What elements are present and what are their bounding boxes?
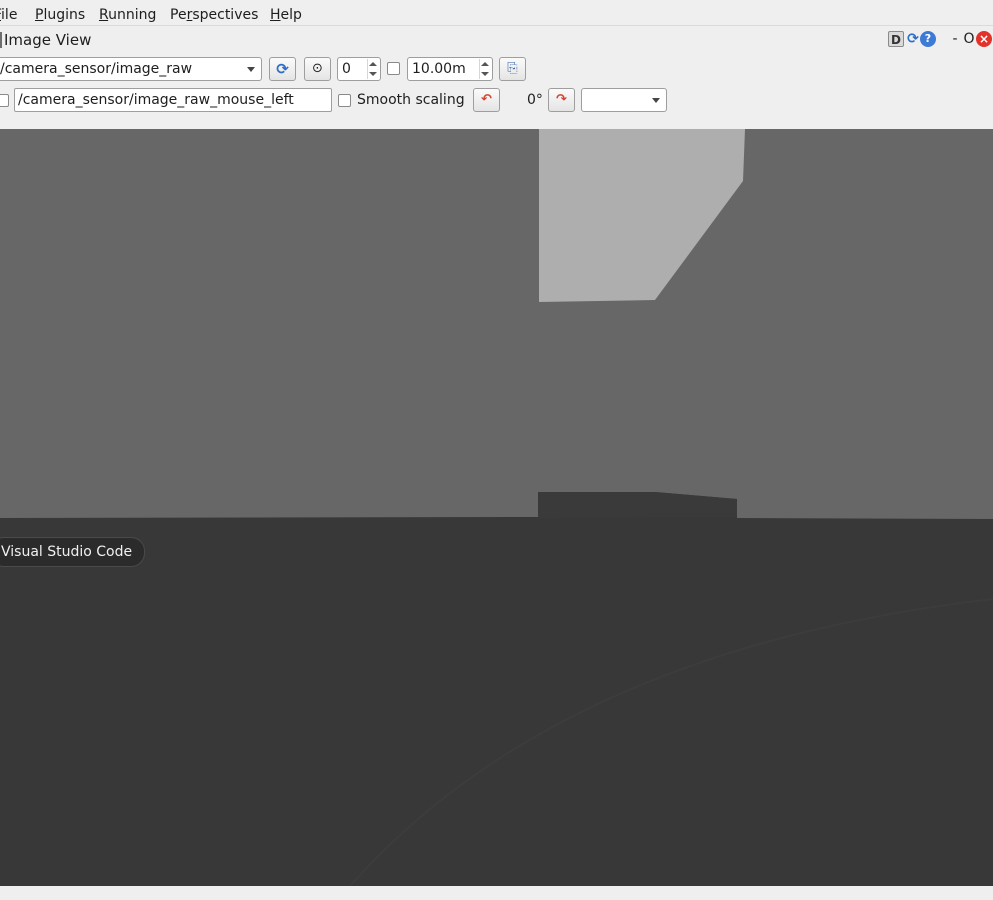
plugin-title-bar: Image View D ⟳ ? - O ×: [0, 27, 993, 53]
publish-click-checkbox[interactable]: [0, 94, 9, 107]
close-icon[interactable]: ×: [976, 31, 992, 47]
spin-up-icon[interactable]: [481, 62, 489, 66]
refresh-topics-button[interactable]: ⟳: [269, 57, 296, 81]
zoom-1-button[interactable]: ⊙: [304, 57, 331, 81]
status-bar: [0, 886, 993, 900]
options-icon[interactable]: O: [961, 31, 977, 47]
value-spinbox-value: 0: [342, 61, 351, 77]
mouse-topic-input[interactable]: /camera_sensor/image_raw_mouse_left: [14, 88, 332, 112]
menu-running[interactable]: Running: [99, 6, 156, 24]
spin-down-icon[interactable]: [481, 72, 489, 76]
rotate-right-button[interactable]: ↷: [548, 88, 575, 112]
menu-bar: File Plugins Running Perspectives Help: [0, 4, 993, 26]
rotate-left-button[interactable]: ↶: [473, 88, 500, 112]
refresh-icon: ⟳: [276, 60, 289, 78]
dock-icon[interactable]: D: [888, 31, 904, 47]
menu-plugins[interactable]: Plugins: [35, 6, 85, 24]
spin-down-icon[interactable]: [369, 72, 377, 76]
drag-handle[interactable]: [0, 32, 2, 48]
rotate-right-icon: ↷: [556, 92, 567, 107]
camera-image: [0, 129, 993, 886]
menu-help[interactable]: Help: [270, 6, 302, 24]
spin-up-icon[interactable]: [369, 62, 377, 66]
smooth-scaling-label: Smooth scaling: [357, 92, 465, 108]
value-spinbox[interactable]: 0: [337, 57, 381, 81]
topic-select[interactable]: /camera_sensor/image_raw: [0, 57, 262, 81]
topic-select-value: /camera_sensor/image_raw: [0, 61, 193, 77]
menu-file[interactable]: File: [0, 6, 17, 24]
tooltip: Visual Studio Code: [0, 537, 146, 567]
rotate-left-icon: ↶: [481, 92, 492, 107]
color-scheme-select[interactable]: [581, 88, 667, 112]
dynamic-range-checkbox[interactable]: [387, 62, 400, 75]
max-range-spinbox[interactable]: 10.00m: [407, 57, 493, 81]
chevron-down-icon: [652, 98, 660, 103]
plugin-title: Image View: [4, 31, 92, 49]
wall: [0, 129, 993, 519]
max-range-value: 10.00m: [412, 61, 466, 77]
menu-perspectives[interactable]: Perspectives: [170, 6, 258, 24]
zoom-icon: ⊙: [312, 61, 323, 76]
camera-image-view[interactable]: [0, 129, 993, 886]
save-image-button[interactable]: ⎘: [499, 57, 526, 81]
reload-icon[interactable]: ⟳: [905, 31, 921, 47]
chevron-down-icon: [247, 67, 255, 72]
rotation-label: 0°: [527, 92, 543, 108]
smooth-scaling-checkbox[interactable]: [338, 94, 351, 107]
help-icon[interactable]: ?: [920, 31, 936, 47]
save-icon: ⎘: [507, 61, 518, 76]
